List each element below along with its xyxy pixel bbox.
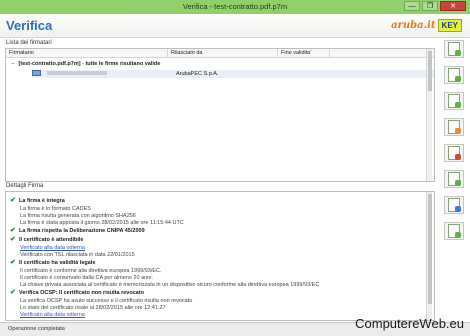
detail-text: La firma è in formato CADES xyxy=(20,206,91,212)
print-button[interactable] xyxy=(444,196,464,214)
collapse-icon[interactable]: − xyxy=(9,61,17,67)
details-section-label: Dettagli Firma xyxy=(6,183,44,189)
check-heading: ✔ Il certificato ha validità legale xyxy=(10,259,96,266)
minimize-button[interactable]: — xyxy=(404,1,420,11)
window-controls: — ❐ ✕ xyxy=(404,1,466,11)
countersign-doc-icon xyxy=(448,94,461,108)
window-titlebar[interactable]: Verifica - test-contratto.pdf.p7m — ❐ ✕ xyxy=(0,0,470,14)
window-title: Verifica - test-contratto.pdf.p7m xyxy=(182,2,288,11)
column-issuer[interactable]: Rilasciato da xyxy=(168,49,278,57)
verification-link[interactable]: Verificato alla data odierna xyxy=(20,312,85,318)
check-heading: ✔ La firma rispetta la Deliberazione CNIP… xyxy=(10,227,145,234)
signers-scrollbar[interactable] xyxy=(426,49,432,181)
check-icon: ✔ xyxy=(10,236,16,243)
signer-name-redacted xyxy=(46,71,107,75)
extract-doc-icon xyxy=(448,224,461,238)
verification-link[interactable]: Verificato alla data odierna xyxy=(20,245,85,251)
check-heading-text: La firma è integra xyxy=(19,198,65,204)
check-heading-text: Verifica OCSP: Il certificato non risult… xyxy=(19,290,145,296)
maximize-button[interactable]: ❐ xyxy=(422,1,438,11)
countersign-button[interactable] xyxy=(444,92,464,110)
save-button[interactable] xyxy=(444,170,464,188)
check-heading: ✔ La firma è integra xyxy=(10,197,65,204)
signer-issuer: ArubaPEC S.p.A. xyxy=(176,71,219,77)
check-heading: ✔ Verifica OCSP: Il certificato non risul… xyxy=(10,289,145,296)
check-heading-text: Il certificato ha validità legale xyxy=(19,260,96,266)
signer-row[interactable]: ArubaPEC S.p.A. xyxy=(32,70,434,78)
check-icon: ✔ xyxy=(10,197,16,204)
detail-text: Lo stato del certificato risale al 28/02… xyxy=(20,305,166,311)
extract-button[interactable] xyxy=(444,222,464,240)
check-heading-text: La firma rispetta la Deliberazione CNIPA… xyxy=(19,228,145,234)
signers-list[interactable]: Firmatario Rilasciato da Fine validita' … xyxy=(5,48,435,182)
check-icon: ✔ xyxy=(10,259,16,266)
sign-button[interactable] xyxy=(444,66,464,84)
check-icon: ✔ xyxy=(10,289,16,296)
detail-text: La chiave privata associata al certifica… xyxy=(20,282,320,288)
details-scrollbar[interactable] xyxy=(426,192,432,320)
column-expiry[interactable]: Fine validita' xyxy=(278,49,330,57)
app-header: Verifica aruba.it KEY xyxy=(0,14,470,38)
file-tree-row[interactable]: − [test-contratto.pdf.p7m] - tutte le fi… xyxy=(9,61,160,67)
logo-key: KEY xyxy=(437,19,462,32)
page-title: Verifica xyxy=(6,18,53,33)
verify-button[interactable] xyxy=(444,40,464,58)
save-doc-icon xyxy=(448,172,461,186)
check-heading-text: Il certificato è attendibile xyxy=(19,237,84,243)
signers-list-header: Firmatario Rilasciato da Fine validita' xyxy=(6,49,434,58)
remove-signature-button[interactable] xyxy=(444,144,464,162)
logo-brand: aruba.it xyxy=(391,20,436,31)
detail-text: La firma risulta generata con algoritmo … xyxy=(20,213,136,219)
sign-doc-icon xyxy=(448,68,461,82)
remove-signature-icon xyxy=(448,146,461,160)
aruba-key-logo: aruba.it KEY xyxy=(391,19,462,32)
certificate-icon xyxy=(32,70,41,76)
detail-text: Il certificato è conservato dalla CA per… xyxy=(20,275,153,281)
detail-text: La verifica OCSP ha avuto successo e il … xyxy=(20,298,193,304)
timestamp-button[interactable] xyxy=(444,118,464,136)
file-row-text: [test-contratto.pdf.p7m] - tutte le firm… xyxy=(18,61,161,67)
verify-doc-icon xyxy=(448,42,461,56)
signers-scroll-thumb[interactable] xyxy=(428,51,432,91)
detail-text: Verificato con TSL rilasciata in data 22… xyxy=(20,252,135,258)
detail-text: La firma è stata apposta il giorno 28/02… xyxy=(20,220,184,226)
column-signer[interactable]: Firmatario xyxy=(6,49,168,57)
check-icon: ✔ xyxy=(10,227,16,234)
status-text: Operazione completata xyxy=(8,326,65,332)
details-scroll-thumb[interactable] xyxy=(428,194,432,304)
signature-details-panel[interactable]: ✔ La firma è integra La firma è in formato… xyxy=(5,191,435,321)
detail-text: Il certificato è conforme alla direttiva… xyxy=(20,268,162,274)
print-doc-icon xyxy=(448,198,461,212)
check-heading: ✔ Il certificato è attendibile xyxy=(10,236,84,243)
signers-section-label: Lista dei firmatari xyxy=(6,40,52,46)
timestamp-doc-icon xyxy=(448,120,461,134)
watermark: ComputereWeb.eu xyxy=(355,316,464,331)
close-button[interactable]: ✕ xyxy=(440,1,466,11)
